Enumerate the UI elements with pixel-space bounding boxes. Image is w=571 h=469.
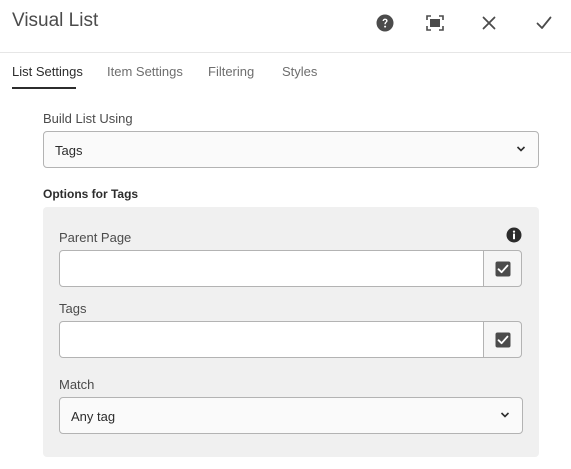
tab-list-settings[interactable]: List Settings bbox=[12, 64, 83, 79]
tab-item-settings[interactable]: Item Settings bbox=[107, 64, 183, 79]
build-list-label: Build List Using bbox=[43, 111, 133, 126]
parent-page-label: Parent Page bbox=[59, 230, 132, 245]
done-button[interactable] bbox=[531, 10, 557, 36]
checkbox-icon bbox=[495, 332, 510, 347]
chevron-down-icon bbox=[500, 412, 510, 418]
help-button[interactable] bbox=[372, 10, 398, 36]
close-icon bbox=[482, 16, 496, 30]
options-section-title: Options for Tags bbox=[43, 187, 139, 201]
dialog-header: Visual List bbox=[0, 0, 571, 48]
match-value: Any tag bbox=[71, 409, 116, 424]
help-icon bbox=[376, 14, 394, 32]
tags-label: Tags bbox=[59, 301, 87, 316]
close-button[interactable] bbox=[476, 10, 502, 36]
tab-filtering[interactable]: Filtering bbox=[208, 64, 254, 79]
tab-styles[interactable]: Styles bbox=[282, 64, 317, 79]
tags-picker-button[interactable] bbox=[483, 321, 522, 358]
checkbox-icon bbox=[495, 261, 510, 276]
dialog-title: Visual List bbox=[12, 10, 99, 31]
fullscreen-button[interactable] bbox=[422, 10, 448, 36]
parent-page-input[interactable] bbox=[59, 250, 484, 287]
match-select[interactable]: Any tag bbox=[59, 397, 523, 434]
tab-bar: List Settings Item Settings Filtering St… bbox=[0, 52, 571, 90]
checkmark-icon bbox=[536, 16, 552, 29]
build-list-select[interactable]: Tags bbox=[43, 131, 539, 168]
chevron-down-icon bbox=[516, 146, 526, 152]
active-tab-indicator bbox=[12, 87, 76, 89]
fullscreen-icon bbox=[426, 15, 444, 31]
info-icon[interactable] bbox=[506, 227, 522, 243]
tags-input[interactable] bbox=[59, 321, 484, 358]
build-list-value: Tags bbox=[55, 143, 83, 158]
parent-page-picker-button[interactable] bbox=[483, 250, 522, 287]
match-label: Match bbox=[59, 377, 95, 392]
